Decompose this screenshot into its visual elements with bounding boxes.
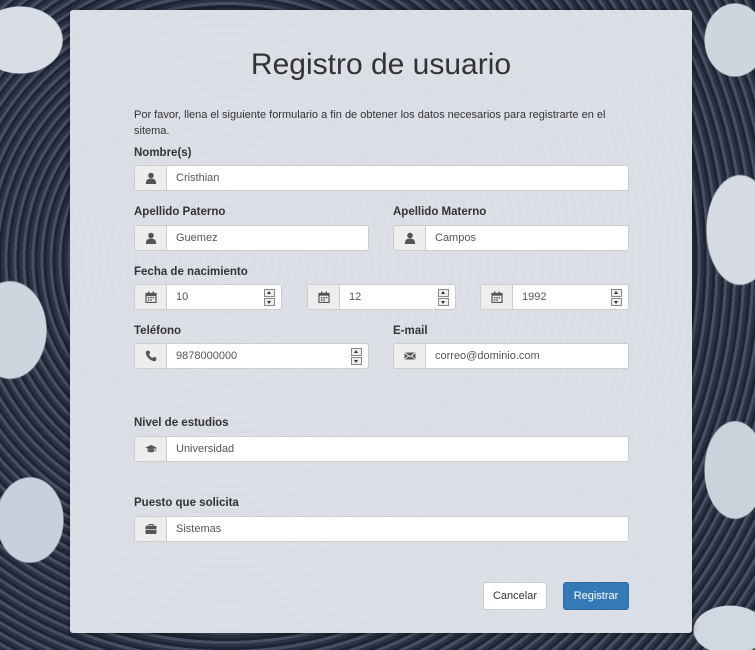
envelope-icon xyxy=(394,344,426,368)
birth-year-input[interactable] xyxy=(513,285,611,309)
puesto-label: Puesto que solicita xyxy=(134,497,239,509)
user-icon xyxy=(394,226,426,250)
telefono-label: Teléfono xyxy=(134,325,182,337)
apellido-materno-input[interactable] xyxy=(426,226,628,250)
apellido-paterno-label: Apellido Paterno xyxy=(134,206,226,218)
registration-panel: Registro de usuario Por favor, llena el … xyxy=(70,10,692,633)
birth-day-input[interactable] xyxy=(167,285,264,309)
fecha-nacimiento-label: Fecha de nacimiento xyxy=(134,266,248,278)
section-divider xyxy=(134,398,628,399)
puesto-input[interactable] xyxy=(167,517,628,541)
briefcase-icon xyxy=(135,517,167,541)
telefono-input[interactable] xyxy=(167,344,351,368)
title-divider xyxy=(134,98,628,99)
birth-month-stepper[interactable] xyxy=(438,285,449,309)
apellido-paterno-group xyxy=(134,225,369,251)
puesto-group xyxy=(134,516,629,542)
nombre-input[interactable] xyxy=(167,166,628,190)
calendar-icon xyxy=(308,285,340,309)
birth-year-stepper[interactable] xyxy=(611,285,622,309)
nombre-group xyxy=(134,165,629,191)
user-icon xyxy=(135,226,167,250)
cancel-button[interactable]: Cancelar xyxy=(483,582,547,610)
nivel-estudios-input[interactable] xyxy=(167,437,628,461)
email-label: E-mail xyxy=(393,325,428,337)
page-title: Registro de usuario xyxy=(250,48,512,81)
calendar-icon xyxy=(135,285,167,309)
register-button[interactable]: Registrar xyxy=(563,582,629,610)
calendar-icon xyxy=(481,285,513,309)
birth-day-stepper[interactable] xyxy=(264,285,275,309)
section-divider xyxy=(134,478,628,479)
apellido-materno-label: Apellido Materno xyxy=(393,206,487,218)
email-input[interactable] xyxy=(426,344,628,368)
telefono-stepper[interactable] xyxy=(351,344,362,368)
email-group xyxy=(393,343,629,369)
birth-month-input[interactable] xyxy=(340,285,438,309)
nivel-estudios-group xyxy=(134,436,629,462)
birth-year-group xyxy=(480,284,629,310)
apellido-paterno-input[interactable] xyxy=(167,226,368,250)
user-icon xyxy=(135,166,167,190)
graduation-cap-icon xyxy=(135,437,167,461)
apellido-materno-group xyxy=(393,225,629,251)
nivel-estudios-label: Nivel de estudios xyxy=(134,417,229,429)
intro-text: Por favor, llena el siguiente formulario… xyxy=(134,109,606,137)
birth-month-group xyxy=(307,284,456,310)
phone-icon xyxy=(135,344,167,368)
nombre-label: Nombre(s) xyxy=(134,147,192,159)
telefono-group xyxy=(134,343,369,369)
birth-day-group xyxy=(134,284,282,310)
